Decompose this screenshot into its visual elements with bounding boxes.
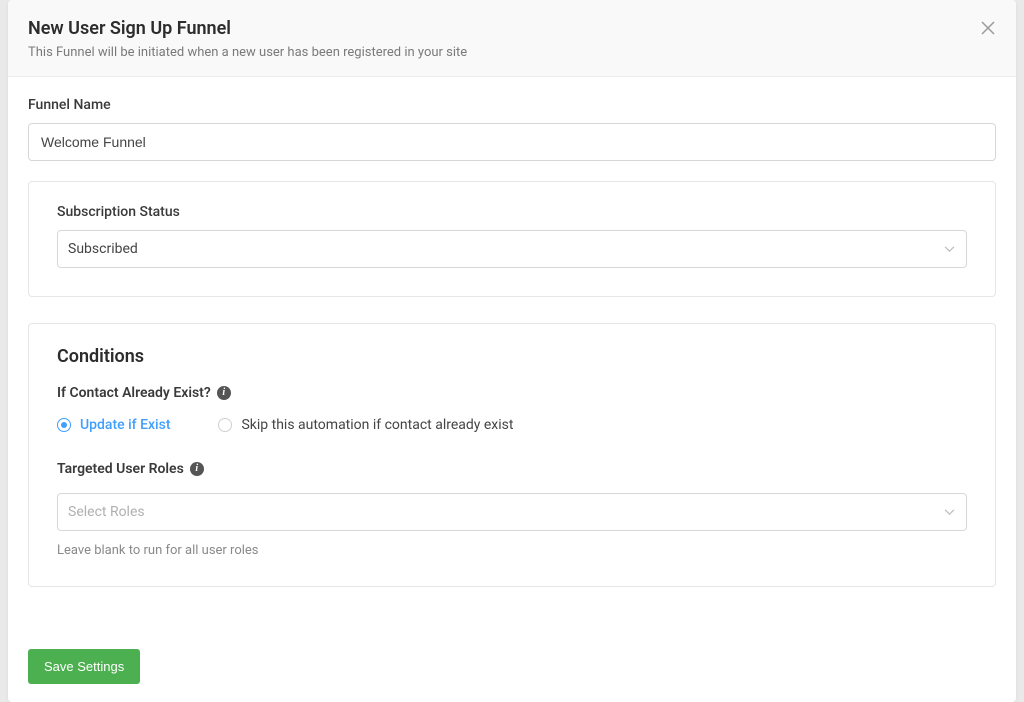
targeted-roles-label: Targeted User Roles i [57, 461, 967, 477]
contact-exist-radio-group: Update if Exist Skip this automation if … [57, 417, 967, 433]
funnel-name-input[interactable] [28, 123, 996, 161]
subscription-status-value: Subscribed [68, 241, 138, 257]
roles-placeholder: Select Roles [68, 504, 145, 520]
close-icon[interactable] [980, 20, 996, 36]
modal-footer: Save Settings [8, 649, 1016, 702]
info-icon[interactable]: i [190, 462, 204, 476]
radio-update-if-exist[interactable]: Update if Exist [57, 417, 170, 433]
contact-exist-label: If Contact Already Exist? i [57, 385, 967, 401]
subscription-panel: Subscription Status Subscribed [28, 181, 996, 297]
radio-skip-if-exist[interactable]: Skip this automation if contact already … [218, 417, 513, 433]
subscription-status-label: Subscription Status [57, 204, 967, 220]
modal-title: New User Sign Up Funnel [28, 18, 992, 39]
modal-body: Funnel Name Subscription Status Subscrib… [8, 77, 1016, 649]
modal-subtitle: This Funnel will be initiated when a new… [28, 45, 992, 60]
info-icon[interactable]: i [217, 386, 231, 400]
funnel-name-label: Funnel Name [28, 97, 996, 113]
funnel-name-field: Funnel Name [28, 97, 996, 161]
roles-help-text: Leave blank to run for all user roles [57, 543, 967, 558]
radio-skip-label: Skip this automation if contact already … [241, 417, 513, 433]
modal-header: New User Sign Up Funnel This Funnel will… [8, 0, 1016, 77]
save-settings-button[interactable]: Save Settings [28, 649, 140, 684]
targeted-roles-select[interactable]: Select Roles [57, 493, 967, 531]
conditions-title: Conditions [57, 346, 967, 367]
funnel-modal: New User Sign Up Funnel This Funnel will… [8, 0, 1016, 702]
subscription-status-select[interactable]: Subscribed [57, 230, 967, 268]
radio-indicator-unchecked [218, 418, 232, 432]
radio-indicator-checked [57, 418, 71, 432]
radio-update-label: Update if Exist [80, 417, 170, 433]
conditions-panel: Conditions If Contact Already Exist? i U… [28, 323, 996, 587]
